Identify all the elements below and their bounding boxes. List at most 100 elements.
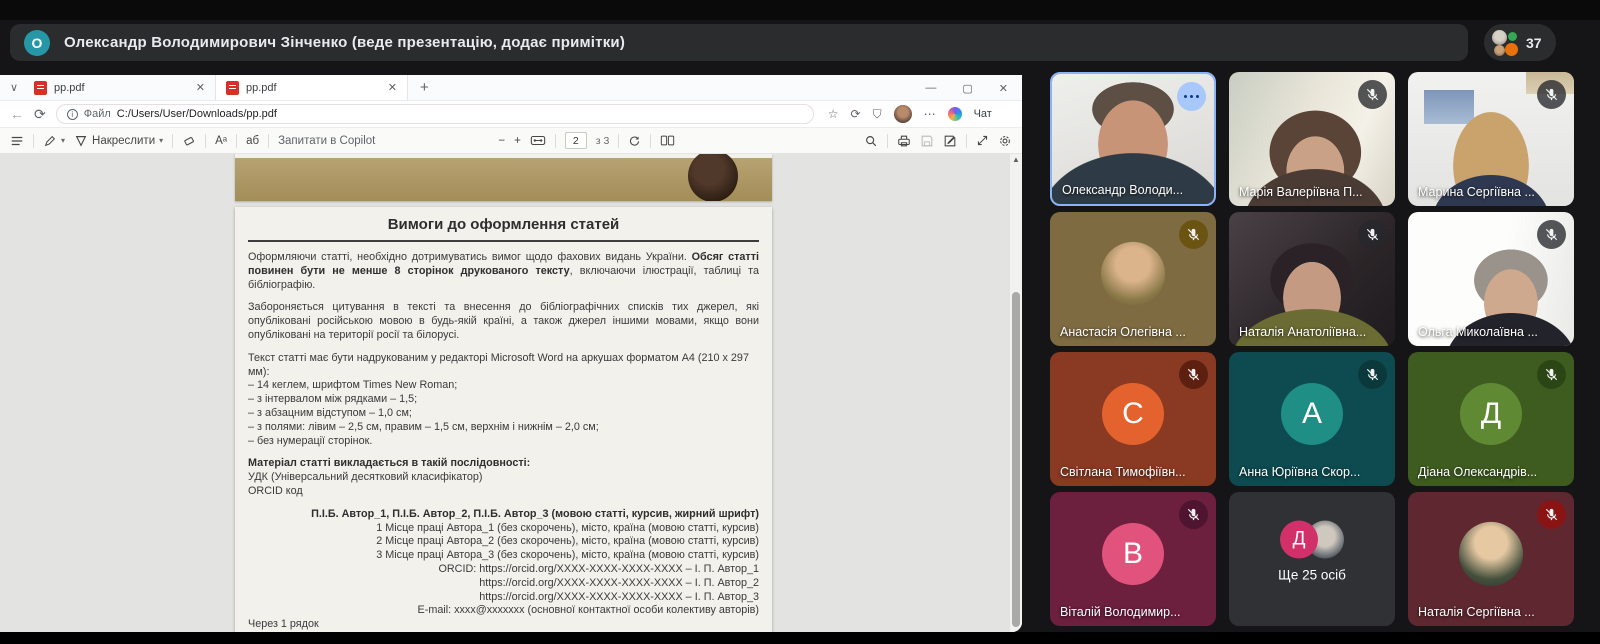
url-field[interactable]: i Файл C:/Users/User/Downloads/pp.pdf: [56, 104, 814, 124]
scrollbar[interactable]: ▲: [1009, 154, 1022, 632]
participant-tile[interactable]: Д Діана Олександрів...: [1408, 352, 1574, 486]
browser-tab-2[interactable]: pp.pdf ✕: [216, 75, 408, 100]
close-icon[interactable]: ✕: [999, 82, 1008, 95]
eraser-icon[interactable]: [182, 134, 196, 148]
rotate-icon[interactable]: [628, 134, 641, 147]
participant-tile[interactable]: В Віталій Володимир...: [1050, 492, 1216, 626]
participant-name: Ольга Миколаївна ...: [1418, 325, 1538, 339]
affiliation-line: https://orcid.org/XXXX-XXXX-XXXX-XXXX – …: [248, 591, 759, 605]
planet-illustration: [688, 154, 738, 201]
translate-icon[interactable]: аб: [246, 135, 259, 147]
ask-copilot-button[interactable]: Запитати в Copilot: [278, 135, 375, 147]
minimize-icon[interactable]: —: [925, 82, 936, 94]
tab-label: pp.pdf: [246, 82, 379, 94]
udk-line: УДК (Універсальний десятковий класифікат…: [248, 471, 759, 485]
save-icon[interactable]: [920, 134, 934, 148]
spacer-note: Через 1 рядок: [248, 618, 759, 632]
participant-tile[interactable]: Ольга Миколаївна ...: [1408, 212, 1574, 346]
tab-close-icon[interactable]: ✕: [194, 81, 207, 94]
participant-name: Марія Валеріївна П...: [1239, 185, 1363, 199]
search-icon[interactable]: [864, 134, 878, 148]
tab-search-chevron-icon[interactable]: ∨: [4, 81, 24, 94]
participant-tile[interactable]: А Анна Юріївна Скор...: [1229, 352, 1395, 486]
presenter-title: Олександр Володимирович Зінченко (веде п…: [64, 34, 625, 51]
fit-width-icon[interactable]: [530, 134, 546, 147]
page-view-icon[interactable]: [660, 134, 675, 147]
browser-tabstrip: ∨ pp.pdf ✕ pp.pdf ✕ + — ▢ ✕: [0, 75, 1022, 101]
copilot-icon[interactable]: [948, 107, 962, 121]
fullscreen-icon[interactable]: [976, 134, 989, 147]
mic-off-icon: [1179, 220, 1208, 249]
participant-tile[interactable]: Марія Валеріївна П...: [1229, 72, 1395, 206]
more-options-icon[interactable]: [1177, 82, 1206, 111]
more-menu-icon[interactable]: ⋯: [924, 107, 936, 121]
orcid-line: ORCID код: [248, 485, 759, 499]
participant-tile[interactable]: Олександр Володи...: [1050, 72, 1216, 206]
avatar: Д: [1280, 521, 1318, 559]
toc-menu-icon[interactable]: [10, 134, 24, 148]
browser-essentials-icon[interactable]: ⟳: [851, 107, 861, 121]
addressbar-actions: ☆ ⟳ ⛉ ⋯ Чат: [828, 105, 992, 123]
maximize-icon[interactable]: ▢: [962, 82, 972, 95]
participant-tile[interactable]: Анастасія Олегівна ...: [1050, 212, 1216, 346]
print-icon[interactable]: [897, 134, 911, 148]
copilot-button-label[interactable]: Чат: [974, 108, 992, 120]
chevron-down-icon[interactable]: ▾: [61, 136, 65, 145]
settings-gear-icon[interactable]: [998, 134, 1012, 148]
pdf-viewer[interactable]: Вимоги до оформлення статей Оформляючи с…: [0, 154, 1022, 632]
participant-tile[interactable]: С Світлана Тимофіївн...: [1050, 352, 1216, 486]
mic-off-icon: [1358, 80, 1387, 109]
overflow-tile[interactable]: Д Ще 25 осіб: [1229, 492, 1395, 626]
read-aloud-icon[interactable]: Aᵃ: [215, 135, 227, 147]
save-as-icon[interactable]: [943, 134, 957, 148]
pdf-page-1-fragment: [235, 154, 772, 201]
profile-avatar[interactable]: [894, 105, 912, 123]
pdf-toolbar: ▾ Накреслити▾ Aᵃ аб Запитати в Copilot −…: [0, 128, 1022, 154]
mic-off-icon: [1179, 360, 1208, 389]
avatar: С: [1102, 383, 1164, 445]
presenter-bar: О Олександр Володимирович Зінченко (веде…: [10, 24, 1468, 61]
highlight-pen-icon[interactable]: ▾: [43, 134, 65, 148]
zoom-in-icon[interactable]: +: [514, 135, 521, 147]
back-icon[interactable]: ←: [10, 106, 24, 122]
participants-count-pill[interactable]: 37: [1484, 24, 1556, 61]
participant-tile[interactable]: Наталія Сергіївна ...: [1408, 492, 1574, 626]
new-tab-icon[interactable]: +: [408, 79, 441, 96]
scrollbar-thumb[interactable]: [1012, 292, 1020, 627]
paragraph-format: Текст статті має бути надрукованим у ред…: [248, 352, 759, 380]
format-list-item: – з полями: лівим – 2,5 см, правим – 1,5…: [248, 421, 759, 435]
mic-off-icon: [1179, 500, 1208, 529]
document-title: Вимоги до оформлення статей: [248, 216, 759, 233]
mic-off-icon: [1358, 220, 1387, 249]
draw-button[interactable]: Накреслити▾: [74, 134, 163, 148]
page-number-input[interactable]: 2: [565, 132, 587, 149]
participant-tile[interactable]: Марина Сергіївна ...: [1408, 72, 1574, 206]
avatar: А: [1281, 383, 1343, 445]
top-strip: [0, 0, 1600, 20]
tab-close-icon[interactable]: ✕: [386, 81, 399, 94]
participant-name: Діана Олександрів...: [1418, 465, 1537, 479]
mic-off-icon: [1537, 500, 1566, 529]
page-info-icon[interactable]: i: [67, 109, 78, 120]
participant-name: Олександр Володи...: [1062, 183, 1183, 197]
pdf-page-2: Вимоги до оформлення статей Оформляючи с…: [235, 207, 772, 632]
affiliation-line: 2 Місце праці Автора_2 (без скорочень), …: [248, 535, 759, 549]
format-list-item: – без нумерації сторінок.: [248, 435, 759, 449]
collections-icon[interactable]: ⛉: [873, 107, 882, 122]
chevron-down-icon[interactable]: ▾: [159, 136, 163, 145]
shared-screen: ∨ pp.pdf ✕ pp.pdf ✕ + — ▢ ✕ ← ⟳ i: [0, 75, 1022, 632]
participant-name: Анастасія Олегівна ...: [1060, 325, 1186, 339]
browser-tab-1[interactable]: pp.pdf ✕: [24, 75, 216, 100]
participant-name: Світлана Тимофіївн...: [1060, 465, 1186, 479]
refresh-icon[interactable]: ⟳: [34, 106, 46, 123]
participant-tile[interactable]: Наталія Анатоліївна...: [1229, 212, 1395, 346]
window-controls: — ▢ ✕: [925, 75, 1014, 101]
affiliation-line: https://orcid.org/XXXX-XXXX-XXXX-XXXX – …: [248, 577, 759, 591]
format-list-item: – 14 кеглем, шрифтом Times New Roman;: [248, 379, 759, 393]
avatar: В: [1102, 523, 1164, 585]
scroll-up-icon[interactable]: ▲: [1010, 155, 1022, 164]
mic-off-icon: [1537, 80, 1566, 109]
favorite-star-icon[interactable]: ☆: [828, 107, 839, 121]
zoom-out-icon[interactable]: −: [498, 135, 505, 147]
affiliation-line: 3 Місце праці Автора_3 (без скорочень), …: [248, 549, 759, 563]
